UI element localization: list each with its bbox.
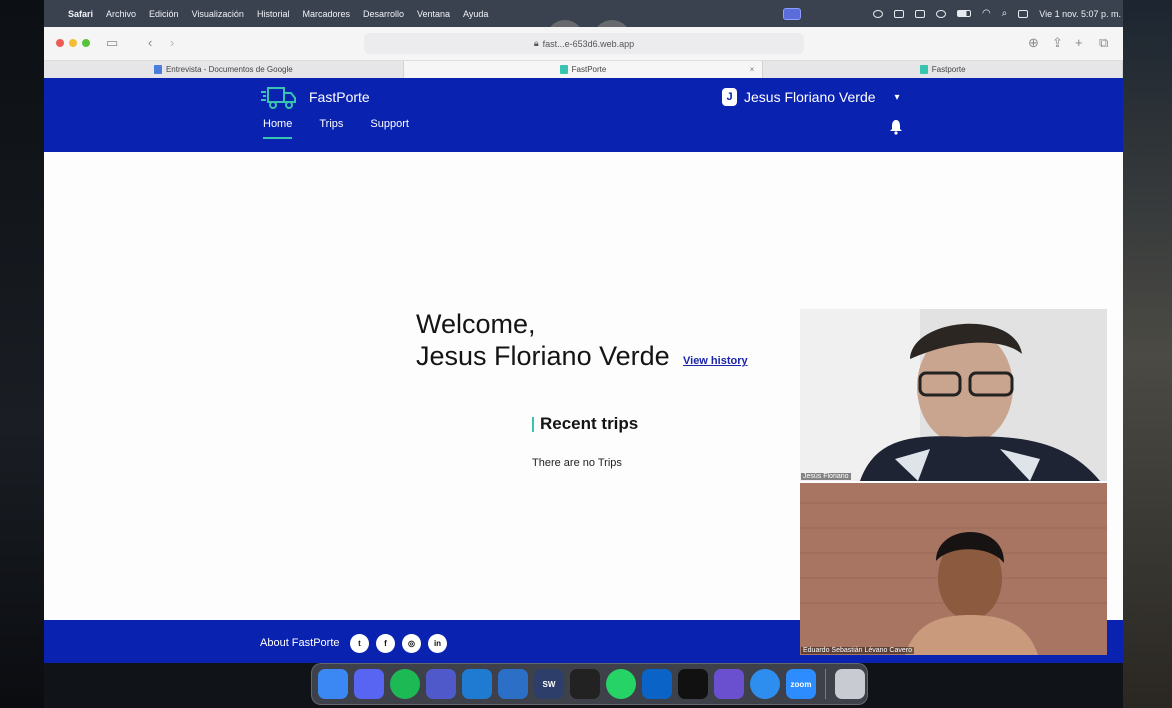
close-window-button[interactable]: [56, 39, 64, 47]
twitter-icon[interactable]: t: [350, 634, 369, 653]
sw-app-icon[interactable]: SW: [534, 669, 564, 699]
forward-icon[interactable]: ›: [170, 35, 174, 50]
trash-icon[interactable]: [835, 669, 865, 699]
user-menu[interactable]: J Jesus Floriano Verde ▾: [722, 88, 900, 106]
chatgpt-icon[interactable]: [570, 669, 600, 699]
about-link[interactable]: About FastPorte: [260, 637, 340, 649]
teams-icon[interactable]: [426, 669, 456, 699]
social-links: t f ◎ in: [350, 634, 447, 653]
menu-clock[interactable]: Vie 1 nov. 5:07 p. m.: [1039, 9, 1121, 19]
mac-menu-bar: Safari Archivo Edición Visualización His…: [44, 0, 1123, 27]
tab-fastporte[interactable]: FastPorte ×: [403, 61, 764, 78]
downloads-icon[interactable]: ⊕: [1028, 35, 1039, 51]
play-icon[interactable]: [935, 9, 946, 18]
desktop-right-edge: [1123, 0, 1172, 708]
main-nav: Home Trips Support: [263, 118, 409, 139]
empty-trips-text: There are no Trips: [532, 457, 622, 469]
new-tab-icon[interactable]: +: [1075, 35, 1083, 50]
vpn-icon[interactable]: [872, 9, 883, 18]
screen-mirroring-icon[interactable]: [782, 7, 801, 20]
menu-ventana[interactable]: Ventana: [417, 9, 450, 19]
zoom-window-button[interactable]: [82, 39, 90, 47]
browser-toolbar: ▭ ‹ › 🔒︎ fast...e-653d6.web.app ⊕ ⇪ + ⧉: [44, 27, 1123, 61]
spotify-icon[interactable]: [390, 669, 420, 699]
mac-dock: SW zoom: [311, 663, 868, 705]
user-name: Jesus Floriano Verde: [744, 89, 876, 105]
outlook-icon[interactable]: [642, 669, 672, 699]
lock-icon: 🔒︎: [533, 38, 539, 48]
dock-separator: [825, 669, 826, 699]
zoom-icon[interactable]: zoom: [786, 669, 816, 699]
google-docs-favicon-icon: [153, 65, 162, 74]
notion-icon[interactable]: [678, 669, 708, 699]
page-title: Welcome, Jesus Floriano Verde: [416, 308, 670, 372]
window-controls: [56, 39, 90, 47]
tab-label: Entrevista - Documentos de Google: [165, 65, 293, 74]
chevron-down-icon[interactable]: ▾: [895, 92, 900, 103]
participant-name: Jesús Floriano: [801, 473, 851, 480]
vscode-icon[interactable]: [462, 669, 492, 699]
safari-icon[interactable]: [750, 669, 780, 699]
tab-google-docs[interactable]: Entrevista - Documentos de Google: [44, 61, 404, 78]
site-header: FastPorte Home Trips Support J Jesus Flo…: [44, 78, 1123, 152]
battery-icon[interactable]: [956, 10, 971, 17]
instagram-icon[interactable]: ◎: [402, 634, 421, 653]
menu-edicion[interactable]: Edición: [149, 9, 179, 19]
menu-marcadores[interactable]: Marcadores: [302, 9, 350, 19]
back-icon[interactable]: ‹: [148, 35, 152, 50]
obsidian-icon[interactable]: [714, 669, 744, 699]
nav-home[interactable]: Home: [263, 118, 293, 139]
linkedin-icon[interactable]: in: [428, 634, 447, 653]
welcome-user-name: Jesus Floriano Verde: [416, 341, 670, 371]
browser-tabs: Entrevista - Documentos de Google FastPo…: [44, 61, 1124, 78]
whatsapp-icon[interactable]: [606, 669, 636, 699]
finder-icon[interactable]: [318, 669, 348, 699]
control-center-icon[interactable]: [1018, 9, 1029, 18]
xcode-icon[interactable]: [498, 669, 528, 699]
welcome-line: Welcome,: [416, 309, 536, 339]
tab-label: Fastporte: [931, 65, 966, 74]
calendar-icon[interactable]: [914, 9, 925, 18]
recent-trips-heading: Recent trips: [532, 414, 638, 434]
wifi-icon[interactable]: ◠: [982, 8, 991, 19]
discord-icon[interactable]: [354, 669, 384, 699]
status-area: ◠ ⌕ Vie 1 nov. 5:07 p. m.: [782, 0, 1123, 27]
video-tile-jesus[interactable]: Jesús Floriano: [800, 309, 1107, 481]
view-history-link[interactable]: View history: [683, 355, 748, 367]
menu-ayuda[interactable]: Ayuda: [463, 9, 488, 19]
menu-visualizacion[interactable]: Visualización: [192, 9, 244, 19]
participant-name: Eduardo Sebastián Lévano Cavero: [801, 647, 914, 654]
truck-logo-icon[interactable]: [260, 83, 298, 111]
facebook-icon[interactable]: f: [376, 634, 395, 653]
close-tab-icon[interactable]: ×: [750, 65, 755, 74]
url-text: fast...e-653d6.web.app: [542, 38, 635, 49]
sidebar-icon[interactable]: ▭: [106, 35, 118, 51]
fastporte-favicon-icon: [559, 65, 568, 74]
address-bar[interactable]: 🔒︎ fast...e-653d6.web.app: [364, 33, 804, 54]
participant-video: [800, 483, 1107, 655]
nav-trips[interactable]: Trips: [319, 118, 343, 136]
extension-icon[interactable]: [893, 9, 904, 18]
tab-overview-icon[interactable]: ⧉: [1099, 35, 1108, 51]
search-icon[interactable]: ⌕: [1002, 8, 1008, 19]
screen: Safari Archivo Edición Visualización His…: [0, 0, 1172, 708]
video-tile-eduardo[interactable]: Eduardo Sebastián Lévano Cavero: [800, 483, 1107, 655]
fastporte-favicon-icon: [919, 65, 928, 74]
share-icon[interactable]: ⇪: [1052, 35, 1063, 51]
tab-label: FastPorte: [571, 65, 607, 74]
recent-trips-title: Recent trips: [540, 414, 639, 433]
participant-video: [800, 309, 1107, 481]
desktop-left-edge: [0, 0, 44, 708]
minimize-window-button[interactable]: [69, 39, 77, 47]
bell-icon[interactable]: [889, 119, 903, 135]
brand-name[interactable]: FastPorte: [309, 89, 370, 105]
menu-desarrollo[interactable]: Desarrollo: [363, 9, 404, 19]
menu-historial[interactable]: Historial: [257, 9, 290, 19]
menu-safari[interactable]: Safari: [68, 9, 93, 19]
menu-archivo[interactable]: Archivo: [106, 9, 136, 19]
tab-fastporte-2[interactable]: Fastporte: [763, 61, 1124, 78]
nav-support[interactable]: Support: [370, 118, 409, 136]
heading-accent: [532, 416, 534, 432]
avatar: J: [722, 88, 737, 106]
